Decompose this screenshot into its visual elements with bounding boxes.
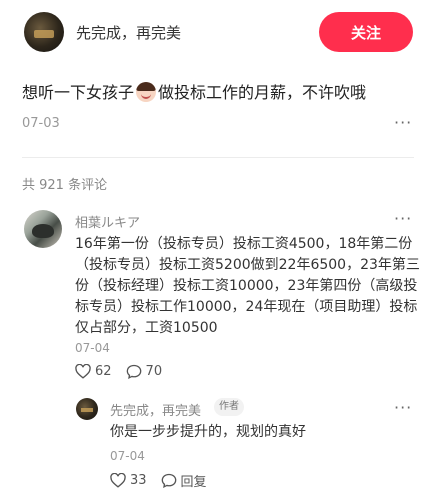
heart-icon	[110, 473, 126, 488]
post-header: 先完成，再完美 关注	[0, 0, 438, 68]
comment-like-button[interactable]: 62	[75, 364, 112, 379]
post-title: 想听一下女孩子 做投标工作的月薪，不许吹哦	[22, 79, 366, 103]
comment-reply-count: 70	[145, 364, 163, 379]
post-title-text-start: 想听一下女孩子	[22, 83, 135, 102]
author-badge: 作者	[214, 398, 244, 416]
reply-text: 你是一步步提升的，规划的真好	[110, 424, 306, 440]
comment-more-options-icon[interactable]: ···	[394, 209, 412, 228]
reply-like-count: 33	[130, 473, 147, 488]
follow-button[interactable]: 关注	[319, 12, 413, 52]
reply-author-avatar[interactable]	[76, 398, 98, 420]
post-date: 07-03	[22, 116, 60, 131]
post-more-options-icon[interactable]: ···	[394, 113, 412, 132]
comment-actions: 62 70	[75, 364, 176, 379]
comment-date: 07-04	[75, 341, 110, 355]
reply-more-options-icon[interactable]: ···	[394, 398, 412, 417]
comment-like-count: 62	[95, 364, 112, 379]
reply-date: 07-04	[110, 449, 145, 463]
heart-icon	[75, 364, 91, 379]
comment-bubble-icon	[161, 473, 176, 488]
reply-like-button[interactable]: 33	[110, 473, 147, 488]
author-name[interactable]: 先完成，再完美	[76, 22, 181, 43]
reply-reply-button[interactable]: 回复	[161, 471, 207, 490]
girl-face-emoji-icon	[136, 82, 157, 102]
reply-author-name[interactable]: 先完成，再完美	[110, 400, 201, 419]
reply-actions: 33 回复	[110, 471, 221, 490]
comment-reply-button[interactable]: 70	[126, 364, 163, 379]
author-avatar[interactable]	[24, 12, 64, 52]
divider	[22, 157, 414, 158]
commenter-avatar[interactable]	[24, 210, 62, 248]
commenter-name[interactable]: 相葉ルキア	[75, 212, 140, 231]
comment-bubble-icon	[126, 364, 141, 379]
post-title-text-end: 做投标工作的月薪，不许吹哦	[158, 83, 367, 102]
comment-text: 16年第一份（投标专员）投标工资4500，18年第二份（投标专员）投标工资520…	[75, 236, 420, 336]
reply-reply-label: 回复	[180, 475, 207, 490]
comment-count: 共 921 条评论	[22, 178, 108, 193]
